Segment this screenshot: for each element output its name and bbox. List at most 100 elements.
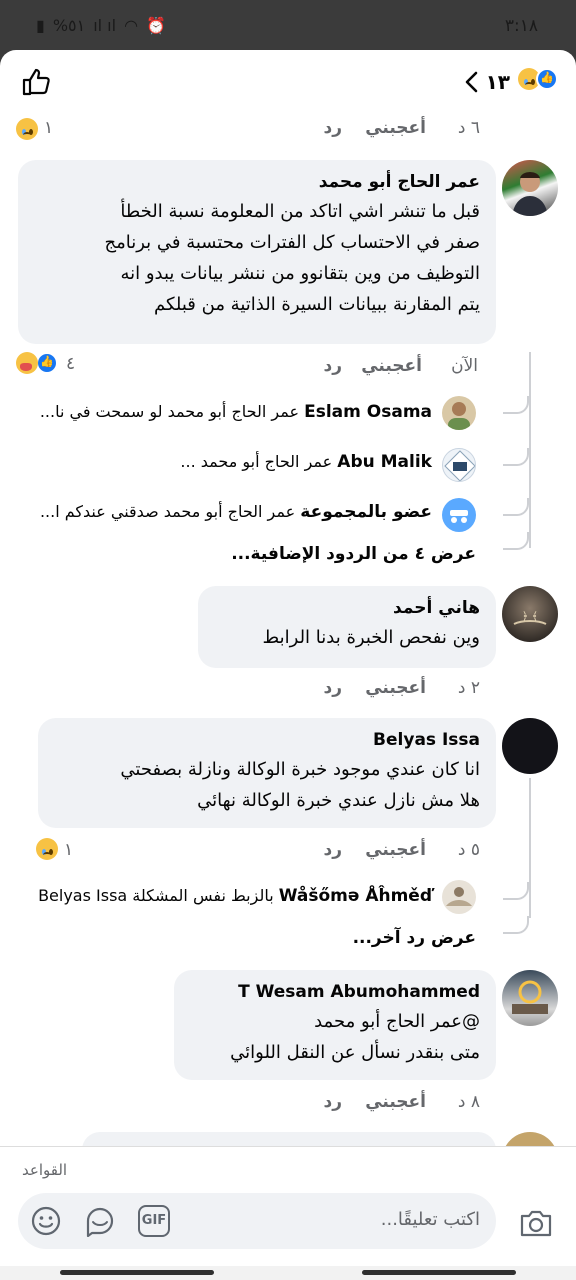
reply-preview: عمر الحاج أبو محمد لو سمحت في نا...: [39, 402, 300, 421]
reply-link[interactable]: رد: [323, 678, 342, 698]
reply-item[interactable]: Abu Malik عمر الحاج أبو محمد ...: [180, 452, 432, 496]
sticker-icon[interactable]: [84, 1205, 116, 1237]
reply-preview: عمر الحاج أبو محمد صدقني عندكم ا...: [39, 502, 296, 521]
avatar[interactable]: ﴿ ﴾: [502, 586, 558, 642]
chevron-left-icon[interactable]: [460, 70, 484, 94]
nav-bar-segment: [362, 1270, 516, 1275]
comment-line: @عمر الحاج أبو محمد: [314, 1011, 480, 1032]
alarm-icon: ⏰: [146, 16, 166, 35]
comment-bubble[interactable]: عمر الحاج أبو محمد قبل ما تنشر اشي اتاكد…: [18, 160, 496, 344]
reply-link[interactable]: رد: [323, 118, 342, 138]
reply-item[interactable]: عضو بالمجموعة عمر الحاج أبو محمد صدقني ع…: [40, 502, 432, 546]
reply-author[interactable]: عضو بالمجموعة: [300, 502, 432, 522]
sad-reaction-icon: [36, 838, 58, 860]
comments-sheet: ١٣ ٦ د أعجبني رد ١ عمر الحاج أبو محمد قب…: [0, 50, 576, 1280]
comment-author[interactable]: T Wesam Abumohammed: [190, 982, 480, 1002]
thread-hook: [503, 396, 529, 414]
like-link[interactable]: أعجبني: [365, 840, 426, 860]
wifi-icon: ◠: [124, 16, 139, 35]
avatar[interactable]: [502, 970, 558, 1026]
comment-line: انا كان عندي موجود خبرة الوكالة ونازلة ب…: [120, 759, 480, 780]
comment-input[interactable]: اكتب تعليقًا... GIF: [18, 1193, 496, 1249]
view-more-replies-link[interactable]: عرض ٤ من الردود الإضافية...: [231, 544, 476, 564]
composer-footer: القواعد اكتب تعليقًا... GIF: [0, 1146, 576, 1280]
thread-line: [529, 778, 531, 918]
comment-text: قبل ما تنشر اشي اتاكد من المعلومة نسبة ا…: [34, 196, 480, 320]
comment-line: يتم المقارنة ببيانات السيرة الذاتية من ق…: [153, 294, 480, 315]
reply-preview: بالزبط نفس المشكلة Belyas Issa: [38, 886, 274, 905]
comment-bubble[interactable]: Belyas Issa انا كان عندي موجود خبرة الوك…: [38, 718, 496, 828]
comment-time: ٢ د: [457, 678, 480, 698]
sheet-header: ١٣: [0, 50, 576, 114]
comment-reaction-count: ١: [44, 118, 54, 138]
nav-bar-segment: [60, 1270, 214, 1275]
avatar[interactable]: [442, 396, 476, 430]
avatar[interactable]: [442, 498, 476, 532]
thread-hook: [503, 916, 529, 934]
sad-reaction-icon: [16, 118, 38, 140]
comment-time: الآن: [451, 356, 478, 376]
like-outline-icon[interactable]: [20, 66, 52, 98]
reply-item[interactable]: Eslam Osama عمر الحاج أبو محمد لو سمحت ف…: [40, 402, 432, 446]
thread-hook: [503, 882, 529, 900]
signal-icon: ıl ıl: [93, 16, 117, 35]
status-icons: ▮ %٥١ ıl ıl ◠ ⏰: [36, 16, 166, 35]
reply-link[interactable]: رد: [323, 840, 342, 860]
thread-hook: [503, 532, 529, 550]
like-link[interactable]: أعجبني: [365, 1092, 426, 1112]
battery-icon: ▮: [36, 16, 45, 35]
status-bar: ▮ %٥١ ıl ıl ◠ ⏰ ٣:١٨: [0, 0, 576, 50]
like-reaction-icon: [536, 68, 558, 90]
like-link[interactable]: أعجبني: [361, 356, 422, 376]
comment-bubble[interactable]: هاني أحمد وين نفحص الخبرة بدنا الرابط: [198, 586, 496, 668]
comment-line: قبل ما تنشر اشي اتاكد من المعلومة نسبة ا…: [120, 201, 480, 222]
care-reaction-icon: [16, 352, 38, 374]
reply-author[interactable]: Eslam Osama: [304, 402, 432, 422]
comment-text: @عمر الحاج أبو محمد متى بنقدر نسأل عن ال…: [190, 1006, 480, 1068]
svg-text:﴿ ﴾: ﴿ ﴾: [522, 610, 538, 623]
rules-link[interactable]: القواعد: [22, 1161, 67, 1179]
status-time: ٣:١٨: [504, 16, 538, 36]
comment-time: ٥ د: [457, 840, 480, 860]
avatar[interactable]: [442, 448, 476, 482]
reply-link[interactable]: رد: [323, 1092, 342, 1112]
comment-text: وين نفحص الخبرة بدنا الرابط: [214, 622, 480, 653]
comment-time: ٦ د: [457, 118, 480, 138]
comment-author[interactable]: Belyas Issa: [54, 730, 480, 750]
system-nav-bar: [0, 1266, 576, 1280]
reply-link[interactable]: رد: [323, 356, 342, 376]
comment-reaction-count: ١: [64, 840, 74, 860]
camera-icon[interactable]: [518, 1207, 554, 1239]
comment-line: صفر في الاحتساب كل الفترات محتسبة في برن…: [104, 232, 480, 253]
avatar[interactable]: [502, 718, 558, 774]
thread-hook: [503, 498, 529, 516]
comment-line: وين نفحص الخبرة بدنا الرابط: [262, 627, 480, 648]
view-more-replies-link[interactable]: عرض رد آخر...: [353, 928, 476, 948]
comment-text: انا كان عندي موجود خبرة الوكالة ونازلة ب…: [54, 754, 480, 816]
reaction-icons[interactable]: [518, 68, 558, 90]
comment-author[interactable]: عمر الحاج أبو محمد: [34, 172, 480, 192]
reply-preview: عمر الحاج أبو محمد ...: [180, 452, 333, 471]
emoji-icon[interactable]: [30, 1205, 62, 1237]
like-reaction-icon: [36, 352, 58, 374]
like-link[interactable]: أعجبني: [365, 118, 426, 138]
comment-line: التوظيف من وين بتقانوو من ننشر بيانات يب…: [120, 263, 480, 284]
comment-reaction-count: ٤: [66, 354, 76, 374]
comment-time: ٨ د: [457, 1092, 480, 1112]
like-link[interactable]: أعجبني: [365, 678, 426, 698]
comment-bubble[interactable]: T Wesam Abumohammed @عمر الحاج أبو محمد …: [174, 970, 496, 1080]
comment-line: هلا مش نازل عندي خبرة الوكالة نهائي: [197, 790, 480, 811]
gif-icon[interactable]: GIF: [138, 1205, 170, 1237]
avatar[interactable]: [442, 880, 476, 914]
comment-author[interactable]: هاني أحمد: [214, 598, 480, 618]
reply-item[interactable]: Wåšőmə Åĥměď بالزبط نفس المشكلة Belyas I…: [38, 886, 432, 930]
reply-author[interactable]: Wåšőmə Åĥměď: [279, 886, 432, 906]
comment-line: متى بنقدر نسأل عن النقل اللوائي: [230, 1042, 480, 1063]
reply-author[interactable]: Abu Malik: [337, 452, 432, 472]
battery-level: %٥١: [52, 16, 86, 35]
thread-line: [529, 352, 531, 548]
comment-input-placeholder: اكتب تعليقًا...: [380, 1209, 480, 1230]
reaction-count[interactable]: ١٣: [486, 70, 510, 94]
avatar[interactable]: [502, 160, 558, 216]
thread-hook: [503, 448, 529, 466]
